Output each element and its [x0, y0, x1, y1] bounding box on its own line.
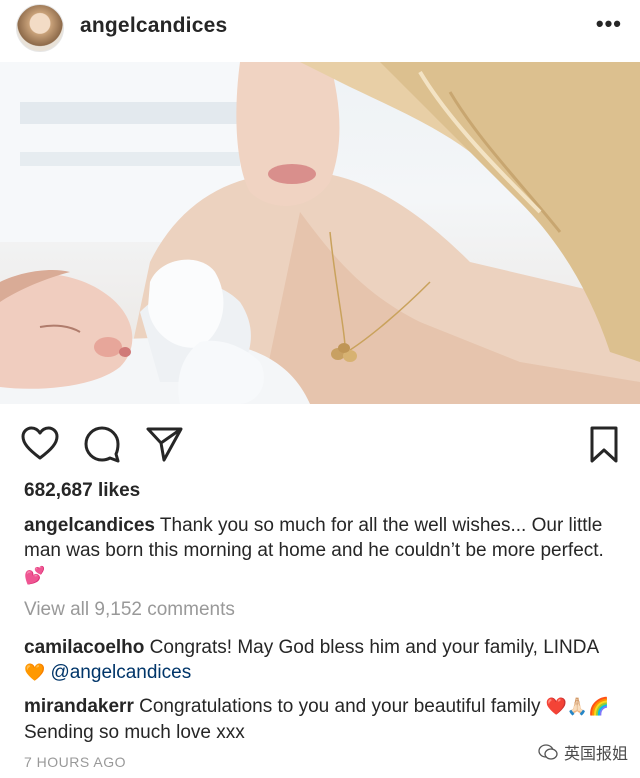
post-photo[interactable]: [0, 62, 640, 404]
watermark-text: 英国报姐: [563, 746, 628, 763]
post-timestamp: 7 HOURS AGO: [24, 754, 126, 770]
comment-emoji: 🧡: [24, 663, 46, 683]
photo-illustration: [0, 62, 640, 404]
send-icon[interactable]: [144, 424, 184, 464]
post-caption: angelcandices Thank you so much for all …: [24, 513, 620, 589]
comment-mention[interactable]: @angelcandices: [50, 662, 191, 683]
comment-item: mirandakerr Congratulations to you and y…: [24, 694, 620, 745]
post-header: angelcandices •••: [0, 0, 640, 62]
heart-icon[interactable]: [20, 424, 60, 464]
comment-emoji: ❤️🙏🏻🌈: [545, 697, 610, 717]
comment-item: camilacoelho Congrats! May God bless him…: [24, 635, 620, 686]
bookmark-icon[interactable]: [584, 424, 624, 464]
likes-count[interactable]: 682,687 likes: [24, 480, 140, 502]
post-username[interactable]: angelcandices: [80, 14, 227, 38]
comment-username[interactable]: mirandakerr: [24, 696, 134, 717]
action-bar: [0, 414, 640, 470]
avatar[interactable]: [16, 4, 64, 52]
view-all-comments-link[interactable]: View all 9,152 comments: [24, 599, 235, 621]
watermark: 英国报姐: [538, 740, 628, 764]
wechat-icon: [538, 744, 558, 760]
comment-text: Congrats! May God bless him and your fam…: [149, 637, 600, 658]
comment-username[interactable]: camilacoelho: [24, 637, 144, 658]
comment-text: Congratulations to you and your beautifu…: [139, 696, 541, 717]
caption-emoji: 💕: [24, 566, 46, 586]
more-options-icon[interactable]: •••: [596, 12, 622, 36]
comment-text-continued: Sending so much love xxx: [24, 722, 245, 743]
comment-icon[interactable]: [82, 424, 122, 464]
caption-username[interactable]: angelcandices: [24, 515, 155, 536]
